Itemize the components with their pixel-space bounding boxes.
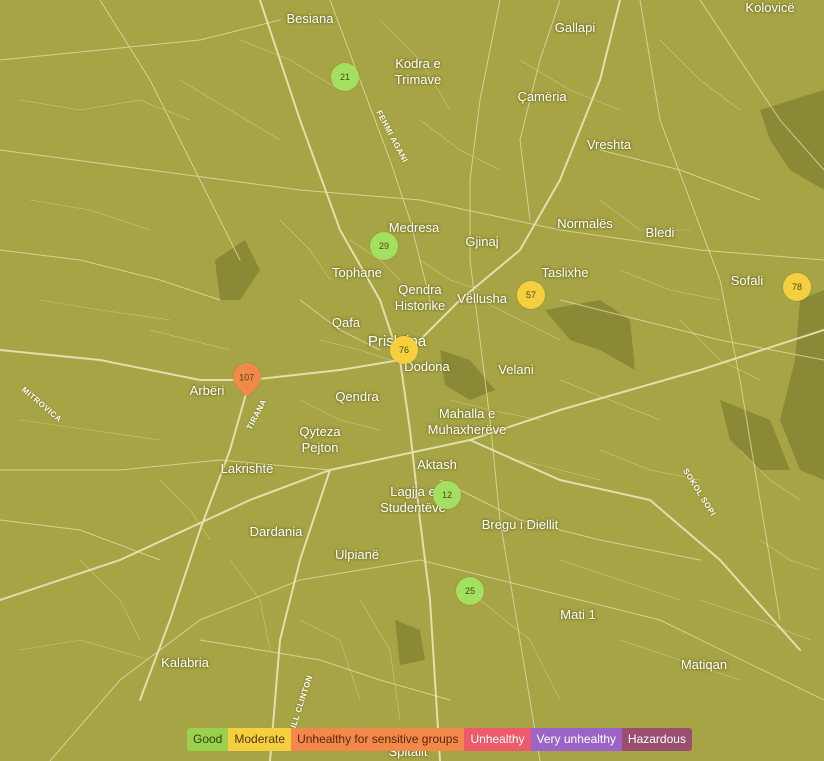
aqi-value: 21	[339, 72, 350, 82]
legend-moderate[interactable]: Moderate	[228, 728, 292, 751]
aqi-value: 107	[239, 372, 255, 382]
aqi-value: 25	[464, 586, 475, 596]
aqi-marker-57[interactable]: 57	[517, 281, 545, 309]
aqi-marker-76[interactable]: 76	[390, 336, 418, 364]
aqi-marker-25[interactable]: 25	[456, 577, 484, 605]
aqi-legend: Good Moderate Unhealthy for sensitive gr…	[187, 728, 692, 751]
map-canvas[interactable]	[0, 0, 824, 761]
aqi-value: 12	[441, 490, 452, 500]
aqi-value: 78	[791, 282, 802, 292]
aqi-marker-12[interactable]: 12	[433, 481, 461, 509]
aqi-value: 57	[525, 290, 536, 300]
aqi-value: 29	[378, 241, 389, 251]
aqi-marker-29[interactable]: 29	[370, 232, 398, 260]
legend-very-unhealthy[interactable]: Very unhealthy	[530, 728, 622, 751]
legend-unhealthy-sensitive[interactable]: Unhealthy for sensitive groups	[291, 728, 465, 751]
legend-hazardous[interactable]: Hazardous	[621, 728, 692, 751]
legend-good[interactable]: Good	[187, 728, 229, 751]
aqi-marker-78[interactable]: 78	[783, 273, 811, 301]
aqi-value: 76	[398, 345, 409, 355]
legend-unhealthy[interactable]: Unhealthy	[464, 728, 531, 751]
aqi-marker-21[interactable]: 21	[331, 63, 359, 91]
